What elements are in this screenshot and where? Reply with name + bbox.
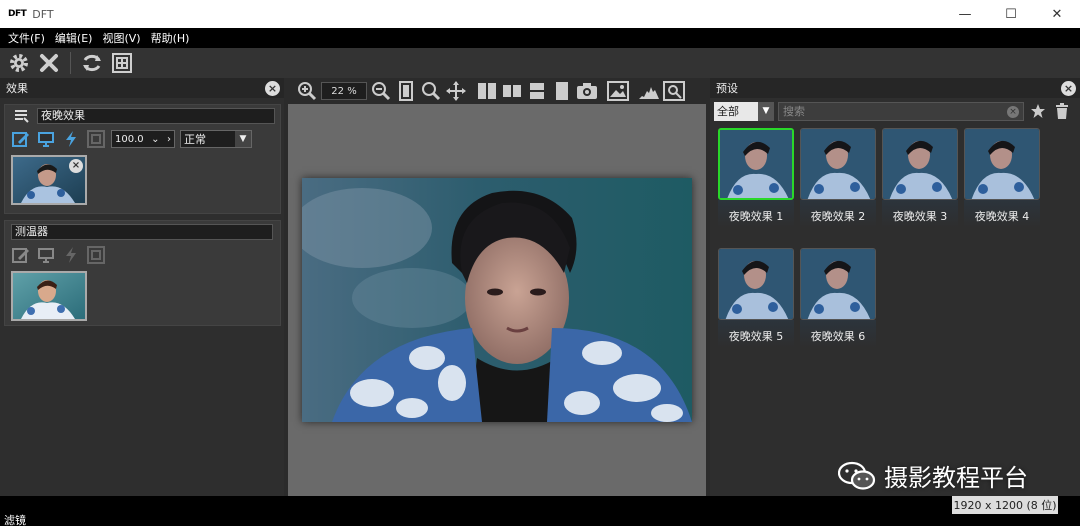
preset-label: 夜晚效果 5	[728, 330, 784, 343]
status-bar: 滤镜 1920 x 1200 (8 位)	[0, 496, 1080, 526]
monitor-icon[interactable]	[36, 129, 56, 149]
effects-panel-header: 效果 ×	[0, 78, 284, 98]
preset-thumbnail	[964, 128, 1040, 200]
menu-help[interactable]: 帮助(H)	[151, 30, 190, 46]
stepper-right-icon[interactable]: ›	[167, 134, 171, 145]
histogram-icon[interactable]	[638, 80, 660, 102]
window-title: DFT	[32, 7, 54, 21]
effect-2-name-field[interactable]: 测温器	[11, 224, 273, 240]
effect-1-name-field[interactable]: 夜晚效果	[37, 108, 275, 124]
preset-thumbnail	[718, 248, 794, 320]
fit-window-icon[interactable]	[395, 80, 417, 102]
loupe-icon[interactable]	[663, 80, 685, 102]
split-compare-icon[interactable]	[501, 80, 523, 102]
settings-gear-icon[interactable]	[6, 50, 32, 76]
split-vertical-icon[interactable]	[476, 80, 498, 102]
preset-item[interactable]: 夜晚效果 1	[718, 128, 794, 228]
window-controls: — ☐ ✕	[942, 0, 1080, 28]
preset-item[interactable]: 夜晚效果 6	[800, 248, 876, 348]
opacity-stepper[interactable]: 100.0 ⌄ ›	[111, 130, 175, 148]
zoom-level-field[interactable]: 22 %	[321, 82, 367, 100]
effect-layer-2: 测温器	[4, 220, 281, 326]
effect-layer-1: 夜晚效果 100.0 ⌄ › 正常 ▼ ×	[4, 104, 281, 214]
layer-menu-icon[interactable]	[11, 106, 31, 126]
fit-frame-icon[interactable]	[109, 50, 135, 76]
close-effects-panel-icon[interactable]: ×	[265, 80, 280, 96]
camera-icon[interactable]	[576, 80, 598, 102]
image-compare-icon[interactable]	[607, 80, 629, 102]
presets-panel: 预设 × 全部 ▼ 搜索 × 夜晚效果 1 夜晚效果 2 夜晚效果 3 夜晚效果 4 夜…	[710, 78, 1080, 496]
magnifier-icon[interactable]	[420, 80, 442, 102]
monitor-icon[interactable]	[36, 245, 56, 265]
effect-2-thumbnail[interactable]	[11, 271, 87, 321]
refresh-icon[interactable]	[79, 50, 105, 76]
edit-effect-icon[interactable]	[11, 129, 31, 149]
mask-frame-icon[interactable]	[86, 245, 106, 265]
favorite-star-icon[interactable]	[1028, 101, 1048, 121]
main-toolbar	[0, 48, 1080, 78]
wechat-watermark: 摄影教程平台	[837, 458, 1028, 493]
preset-label: 夜晚效果 2	[810, 210, 866, 223]
image-dimensions: 1920 x 1200 (8 位)	[952, 496, 1058, 514]
app-logo: DFT	[8, 9, 27, 19]
chevron-down-icon: ▼	[235, 131, 251, 147]
wechat-icon	[837, 461, 876, 491]
effects-panel: 效果 × 夜晚效果 100.0 ⌄ › 正常 ▼ × 测温器	[0, 78, 284, 496]
chevron-down-icon: ▼	[758, 101, 774, 121]
single-view-icon[interactable]	[551, 80, 573, 102]
menu-view[interactable]: 视图(V)	[102, 30, 140, 46]
title-bar: DFT DFT — ☐ ✕	[0, 0, 1080, 28]
toolbar-divider	[70, 52, 71, 74]
preset-label: 夜晚效果 3	[892, 210, 948, 223]
preset-item[interactable]: 夜晚效果 4	[964, 128, 1040, 228]
preset-label: 夜晚效果 1	[728, 210, 784, 223]
category-value: 全部	[717, 105, 739, 118]
viewer-toolbar: 22 %	[288, 78, 706, 104]
stepper-down-icon[interactable]: ⌄	[151, 134, 159, 145]
close-window-button[interactable]: ✕	[1034, 0, 1080, 28]
remove-thumbnail-icon[interactable]: ×	[69, 159, 83, 173]
effect-1-thumbnail[interactable]: ×	[11, 155, 87, 205]
menu-edit[interactable]: 编辑(E)	[55, 30, 93, 46]
preset-thumbnail	[882, 128, 958, 200]
opacity-value: 100.0	[115, 133, 144, 145]
preset-filter-bar: 全部 ▼ 搜索 ×	[710, 100, 1080, 122]
flash-icon[interactable]	[61, 245, 81, 265]
preview-photo	[302, 178, 692, 422]
pan-move-icon[interactable]	[445, 80, 467, 102]
clear-search-icon[interactable]: ×	[1007, 105, 1019, 118]
preset-item[interactable]: 夜晚效果 3	[882, 128, 958, 228]
edit-effect-icon[interactable]	[11, 245, 31, 265]
maximize-button[interactable]: ☐	[988, 0, 1034, 28]
remove-x-icon[interactable]	[36, 50, 62, 76]
flash-icon[interactable]	[61, 129, 81, 149]
zoom-out-icon[interactable]	[370, 80, 392, 102]
menu-bar: 文件(F) 编辑(E) 视图(V) 帮助(H)	[0, 28, 1080, 48]
preset-item[interactable]: 夜晚效果 5	[718, 248, 794, 348]
delete-trash-icon[interactable]	[1052, 101, 1072, 121]
zoom-in-icon[interactable]	[296, 80, 318, 102]
search-placeholder: 搜索	[783, 105, 805, 118]
blend-mode-value: 正常	[184, 133, 206, 146]
mask-frame-icon[interactable]	[86, 129, 106, 149]
preset-label: 夜晚效果 4	[974, 210, 1030, 223]
preset-label: 夜晚效果 6	[810, 330, 866, 343]
presets-panel-header: 预设 ×	[710, 78, 1080, 98]
preset-thumbnail	[800, 248, 876, 320]
blend-mode-select[interactable]: 正常 ▼	[180, 130, 252, 148]
preset-item[interactable]: 夜晚效果 2	[800, 128, 876, 228]
preset-thumbnail	[800, 128, 876, 200]
preset-thumbnail	[718, 128, 794, 200]
watermark-text: 摄影教程平台	[884, 464, 1028, 492]
status-filter-label: 滤镜	[4, 514, 26, 526]
menu-file[interactable]: 文件(F)	[8, 30, 45, 46]
image-canvas[interactable]	[288, 104, 706, 496]
effects-panel-title: 效果	[6, 82, 28, 95]
presets-panel-title: 预设	[716, 82, 738, 95]
minimize-button[interactable]: —	[942, 0, 988, 28]
category-select[interactable]: 全部 ▼	[714, 101, 774, 121]
preset-search-input[interactable]: 搜索 ×	[778, 101, 1024, 121]
close-presets-panel-icon[interactable]: ×	[1061, 80, 1076, 96]
split-horizontal-icon[interactable]	[526, 80, 548, 102]
